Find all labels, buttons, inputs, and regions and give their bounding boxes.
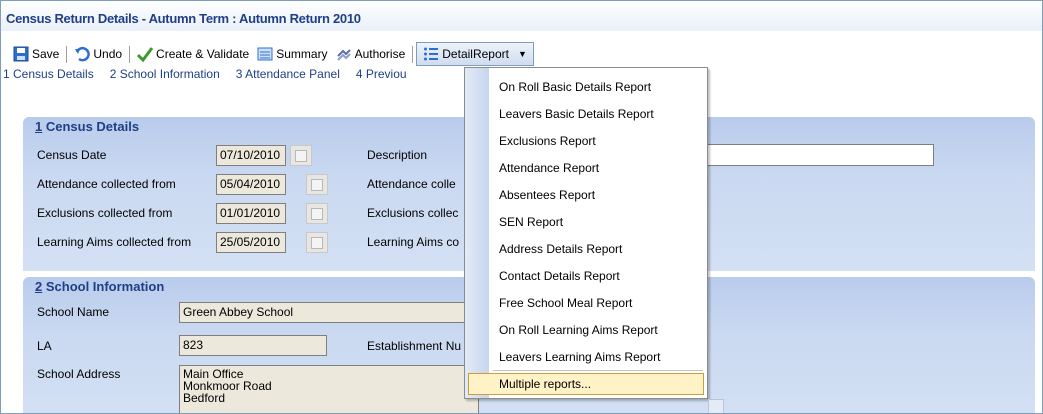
- description-label: Description: [367, 148, 428, 162]
- attendance-from-field[interactable]: 05/04/2010: [216, 174, 286, 195]
- census-date-field[interactable]: 07/10/2010: [216, 145, 286, 166]
- calendar-icon[interactable]: [290, 145, 312, 166]
- section-nav: 1 Census Details 2 School Information 3 …: [1, 67, 423, 85]
- menu-separator: [493, 370, 703, 371]
- menu-item-absentees[interactable]: Absentees Report: [499, 188, 595, 202]
- census-window: Census Return Details - Autumn Term : Au…: [0, 0, 1043, 414]
- menu-item-address-details[interactable]: Address Details Report: [499, 242, 622, 256]
- establishment-number-label: Establishment Nu: [367, 339, 462, 353]
- school-address-label: School Address: [37, 367, 121, 381]
- description-input[interactable]: [705, 144, 934, 166]
- menu-item-leavers-learning-aims[interactable]: Leavers Learning Aims Report: [499, 350, 660, 364]
- save-label: Save: [32, 47, 60, 61]
- census-details-heading-text: Census Details: [42, 119, 140, 134]
- menu-item-free-school-meal[interactable]: Free School Meal Report: [499, 296, 632, 310]
- address-line: Bedford: [183, 391, 226, 405]
- calendar-icon[interactable]: [306, 174, 328, 195]
- learning-aims-from-field[interactable]: 25/05/2010: [216, 232, 286, 253]
- learning-aims-from-label: Learning Aims collected from: [37, 235, 192, 249]
- summary-icon: [257, 47, 273, 61]
- nav-link-school-information[interactable]: 2 School Information: [110, 67, 220, 85]
- attendance-from-label: Attendance collected from: [37, 177, 176, 191]
- la-label: LA: [37, 339, 52, 353]
- toolbar-separator: [129, 45, 131, 63]
- exclusions-from-field[interactable]: 01/01/2010: [216, 203, 286, 224]
- undo-label: Undo: [93, 47, 123, 61]
- undo-icon: [75, 46, 91, 62]
- create-validate-label: Create & Validate: [156, 47, 250, 61]
- school-information-heading: 2 School Information: [35, 279, 164, 294]
- nav-link-attendance-panel[interactable]: 3 Attendance Panel: [236, 67, 340, 85]
- toolbar-separator: [66, 45, 68, 63]
- menu-item-multiple-reports[interactable]: Multiple reports...: [468, 373, 704, 395]
- menu-item-contact-details[interactable]: Contact Details Report: [499, 269, 620, 283]
- nav-link-census-details[interactable]: 1 Census Details: [3, 67, 94, 85]
- menu-item-attendance[interactable]: Attendance Report: [499, 161, 599, 175]
- window-title-bar: Census Return Details - Autumn Term : Au…: [1, 1, 1042, 31]
- attendance-to-label: Attendance colle: [367, 177, 456, 191]
- list-icon: [424, 47, 439, 61]
- la-field[interactable]: 823: [179, 335, 327, 356]
- detail-report-label: DetailReport: [442, 47, 509, 61]
- chevron-down-icon: ▼: [517, 49, 527, 59]
- menu-item-on-roll-learning-aims[interactable]: On Roll Learning Aims Report: [499, 323, 658, 337]
- window-title: Census Return Details - Autumn Term : Au…: [6, 11, 361, 26]
- school-address-field[interactable]: Main Office Monkmoor Road Bedford: [179, 365, 479, 413]
- nav-link-previous[interactable]: 4 Previou: [356, 67, 407, 85]
- toolbar: Save Undo Create & Validate Summary Auth…: [1, 41, 1042, 67]
- school-name-field[interactable]: Green Abbey School: [179, 302, 465, 323]
- create-validate-button[interactable]: Create & Validate: [133, 43, 253, 65]
- calendar-icon[interactable]: [306, 232, 328, 253]
- learning-aims-to-label: Learning Aims co: [367, 235, 460, 249]
- scrollbar-arrow[interactable]: [708, 399, 724, 413]
- exclusions-to-label: Exclusions collec: [367, 206, 459, 220]
- school-name-label: School Name: [37, 305, 110, 319]
- menu-gutter: [465, 68, 489, 398]
- address-line: Monkmoor Road: [183, 379, 272, 393]
- exclusions-from-label: Exclusions collected from: [37, 206, 173, 220]
- menu-item-on-roll-basic-details[interactable]: On Roll Basic Details Report: [499, 80, 651, 94]
- school-information-heading-text: School Information: [42, 279, 165, 294]
- multiple-reports-label: Multiple reports...: [499, 377, 592, 391]
- census-details-heading: 1 Census Details: [35, 119, 139, 134]
- save-icon: [13, 46, 29, 62]
- census-date-label: Census Date: [37, 148, 107, 162]
- menu-item-exclusions[interactable]: Exclusions Report: [499, 134, 596, 148]
- authorise-icon: [336, 49, 351, 61]
- save-button[interactable]: Save: [9, 43, 63, 65]
- detail-report-menu: On Roll Basic Details Report Leavers Bas…: [464, 67, 708, 399]
- undo-button[interactable]: Undo: [70, 43, 126, 65]
- menu-item-leavers-basic-details[interactable]: Leavers Basic Details Report: [499, 107, 654, 121]
- authorise-button[interactable]: Authorise: [332, 43, 410, 65]
- summary-label: Summary: [276, 47, 328, 61]
- summary-button[interactable]: Summary: [253, 43, 331, 65]
- detail-report-button[interactable]: DetailReport ▼: [416, 42, 534, 66]
- toolbar-separator: [412, 45, 414, 63]
- calendar-icon[interactable]: [306, 203, 328, 224]
- menu-item-sen[interactable]: SEN Report: [499, 215, 563, 229]
- authorise-label: Authorise: [354, 47, 406, 61]
- checkmark-icon: [137, 47, 154, 62]
